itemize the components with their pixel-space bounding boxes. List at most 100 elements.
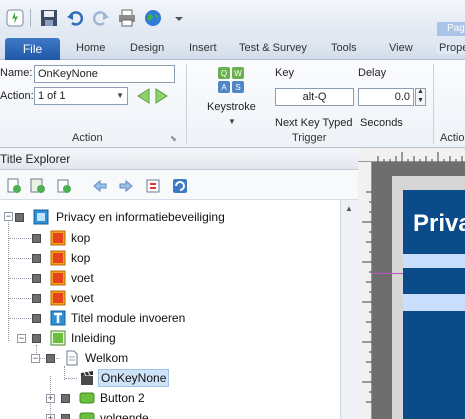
add-chapter-icon[interactable] [30,178,46,194]
tree-item-page[interactable]: − Welkom [0,348,340,368]
tree-checkbox[interactable] [46,354,55,363]
action-clapper-icon [81,371,93,385]
keystroke-keys-icon[interactable]: Q W A S [217,66,245,98]
ribbon: Name: OnKeyNone Action: 1 of 1 ▼ Action … [0,60,465,148]
button-icon [79,412,95,419]
tree-item[interactable]: + volgende [0,408,340,419]
tree-checkbox[interactable] [32,314,41,323]
page-icon [66,350,78,366]
slide-band [403,254,465,268]
keystroke-dropdown-icon[interactable]: ▼ [228,117,236,126]
title-tree: − Privacy en informatiebeveiliging kop k… [0,200,340,419]
delay-spinner[interactable]: ▲ ▼ [415,88,426,106]
collapse-toggle-icon[interactable]: − [17,334,26,343]
quick-access-toolbar [0,0,465,36]
spinner-down-icon[interactable]: ▼ [417,97,424,104]
ribbon-tab-bar: File Home Design Insert Test & Survey To… [0,36,465,60]
tree-item-label: voet [71,291,94,305]
undo-icon[interactable] [66,9,84,27]
tree-item[interactable]: kop [0,228,340,248]
tab-view[interactable]: View [389,42,413,54]
previous-action-arrow-icon[interactable] [136,88,150,104]
save-icon[interactable] [40,9,58,27]
tree-item-title[interactable]: − Privacy en informatiebeveiliging [0,207,340,227]
move-right-icon[interactable] [118,178,134,194]
tree-scrollbar[interactable]: ▲ [340,200,358,419]
customize-dropdown-icon[interactable] [170,9,188,27]
tree-checkbox[interactable] [61,394,70,403]
context-tab-group-label: Pag [437,22,465,36]
tree-checkbox[interactable] [32,274,41,283]
key-field[interactable]: alt-Q [275,88,354,106]
tab-home[interactable]: Home [76,42,105,54]
delay-header: Delay [358,67,387,79]
action-select[interactable]: 1 of 1 ▼ [34,87,128,105]
button-icon [79,392,95,404]
tree-item-label: Button 2 [100,391,145,405]
action-label: Action: [0,90,34,102]
keystroke-button-label[interactable]: Keystroke [207,101,256,113]
text-icon [50,310,66,326]
move-left-icon[interactable] [92,178,108,194]
app-logo-icon[interactable] [6,9,24,27]
tree-item-label: kop [71,231,91,245]
tab-design[interactable]: Design [130,42,164,54]
dialog-launcher-icon[interactable]: ⬊ [170,134,177,143]
add-page-icon[interactable] [6,178,22,194]
group-separator [186,64,187,144]
move-up-down-icon[interactable] [145,178,161,194]
name-label: Name: [0,67,33,79]
expand-toggle-icon[interactable]: + [46,414,55,419]
tree-item[interactable]: voet [0,268,340,288]
slide-title: Priva [413,210,465,237]
tree-checkbox[interactable] [32,294,41,303]
tree-item[interactable]: + Button 2 [0,388,340,408]
redo-icon[interactable] [92,9,110,27]
title-explorer-header: Title Explorer [0,148,358,170]
panel-title: Title Explorer [0,152,71,166]
seconds-label: Seconds [360,117,403,129]
tree-item[interactable]: Titel module invoeren [0,308,340,328]
collapse-toggle-icon[interactable]: − [4,212,13,221]
tree-checkbox[interactable] [32,234,41,243]
image-icon [50,290,66,306]
tree-item-selected[interactable]: OnKeyNone [0,368,340,388]
collapse-toggle-icon[interactable]: − [31,354,40,363]
tab-insert[interactable]: Insert [189,42,217,54]
page-preview-area: Priva [358,148,465,419]
slide-content[interactable]: Priva [403,190,465,419]
tree-item-label: Titel module invoeren [71,311,186,325]
image-icon [50,250,66,266]
refresh-icon[interactable] [172,178,188,194]
tree-checkbox[interactable] [32,334,41,343]
tree-checkbox[interactable] [61,414,70,419]
name-field[interactable]: OnKeyNone [34,65,175,83]
print-icon[interactable] [118,9,136,27]
tab-test-survey[interactable]: Test & Survey [239,42,307,54]
tree-item-chapter[interactable]: − Inleiding [0,328,340,348]
tree-item-label: Privacy en informatiebeveiliging [56,210,225,224]
chevron-down-icon: ▼ [116,91,124,100]
horizontal-ruler [358,148,465,162]
add-section-icon[interactable] [56,178,72,194]
publish-globe-icon[interactable] [144,9,162,27]
tree-item[interactable]: kop [0,248,340,268]
qat-separator [30,9,31,27]
tree-item[interactable]: voet [0,288,340,308]
delay-field[interactable]: 0.0 [358,88,414,106]
expand-toggle-icon[interactable]: + [46,394,55,403]
group-separator [433,64,434,144]
scroll-up-icon[interactable]: ▲ [345,204,353,213]
spinner-up-icon[interactable]: ▲ [417,88,424,95]
next-action-arrow-icon[interactable] [155,88,169,104]
tab-tools[interactable]: Tools [331,42,357,54]
image-icon [50,230,66,246]
action-group-label-cut: Actio [440,132,465,144]
key-header: Key [275,67,294,79]
action-select-value: 1 of 1 [38,90,66,102]
tab-file[interactable]: File [5,38,60,60]
tree-item-label: voet [71,271,94,285]
tree-checkbox[interactable] [32,254,41,263]
tree-checkbox[interactable] [15,213,24,222]
tab-properties[interactable]: Prope [437,42,465,54]
